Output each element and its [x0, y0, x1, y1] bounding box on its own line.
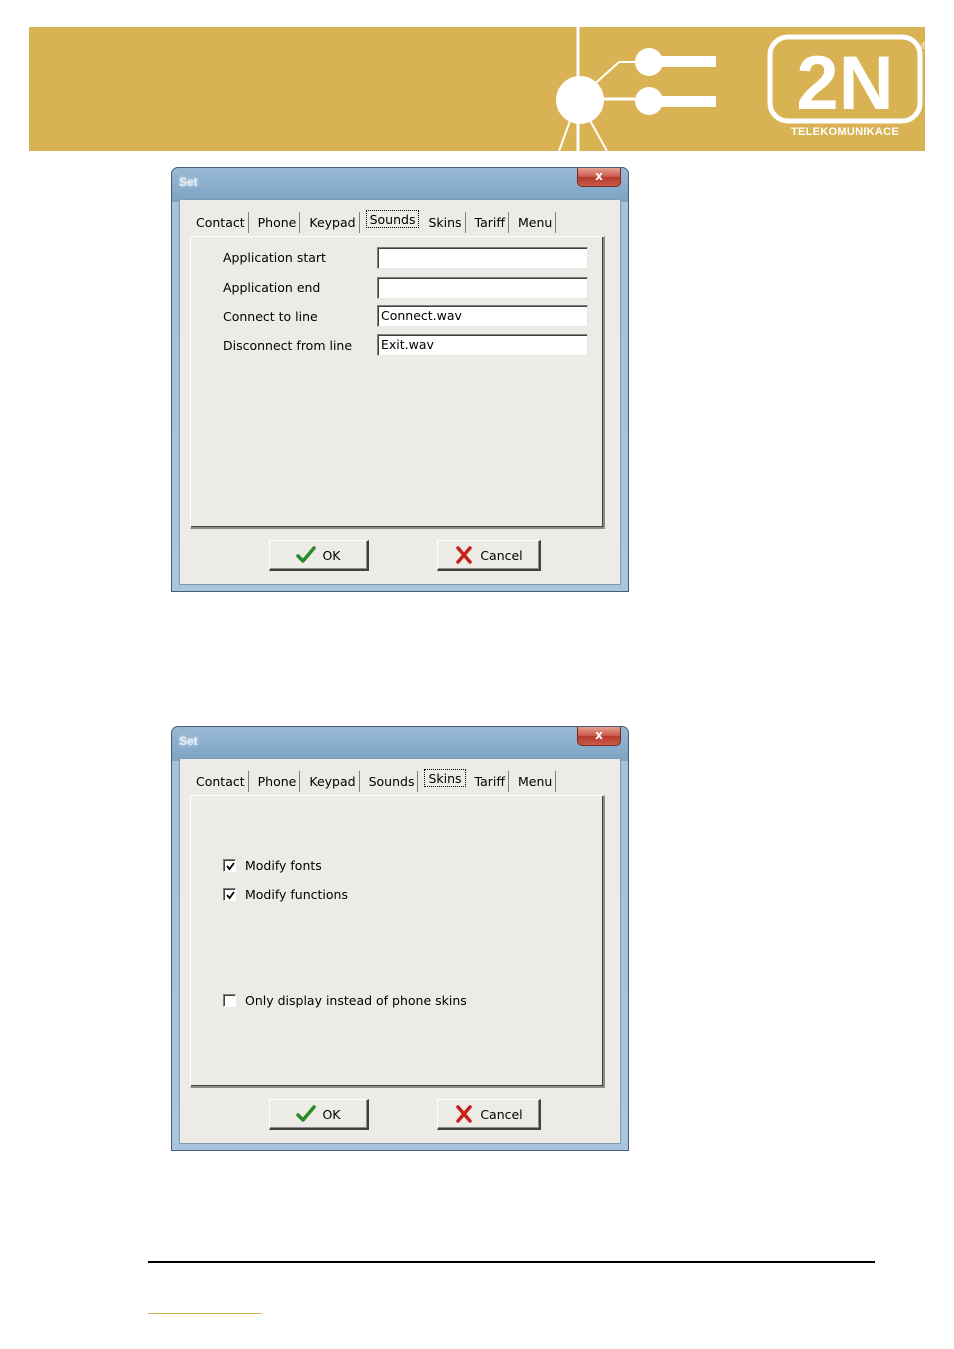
tab-tariff[interactable]: Tariff [472, 771, 509, 792]
connect-to-line-field[interactable]: Connect.wav [377, 305, 588, 327]
tab-strip: Contact Phone Keypad Sounds Skins Tariff… [193, 769, 562, 793]
application-start-field[interactable] [377, 247, 588, 269]
dialog-title: Set [179, 734, 198, 748]
ok-button[interactable]: OK [269, 1099, 369, 1130]
modify-fonts-checkbox[interactable] [223, 859, 236, 872]
tab-menu[interactable]: Menu [515, 771, 557, 792]
tab-contact[interactable]: Contact [193, 771, 249, 792]
footer-rule [148, 1261, 875, 1263]
tab-sounds[interactable]: Sounds [366, 771, 419, 792]
connect-to-line-label: Connect to line [223, 309, 318, 324]
tab-skins[interactable]: Skins [424, 769, 466, 787]
modify-fonts-label: Modify fonts [245, 858, 322, 873]
application-start-label: Application start [223, 250, 326, 265]
skins-panel: Modify fonts Modify functions Only displ… [190, 795, 605, 1088]
registered-mark: ® [921, 41, 925, 52]
dialog-client-area: Contact Phone Keypad Sounds Skins Tariff… [179, 758, 621, 1144]
dialog-client-area: Contact Phone Keypad Sounds Skins Tariff… [179, 199, 621, 585]
close-button[interactable]: x [577, 168, 621, 187]
ok-label: OK [322, 547, 341, 563]
tab-phone[interactable]: Phone [255, 771, 301, 792]
disconnect-from-line-label: Disconnect from line [223, 338, 353, 353]
header-banner: 2N ® TELEKOMUNIKACE [29, 27, 925, 151]
cancel-label: Cancel [480, 1106, 523, 1122]
tab-skins[interactable]: Skins [425, 212, 466, 233]
checkmark-icon [226, 862, 235, 871]
application-end-field[interactable] [377, 277, 588, 299]
cancel-button[interactable]: Cancel [437, 1099, 541, 1130]
application-end-label: Application end [223, 280, 321, 295]
tab-sounds[interactable]: Sounds [365, 210, 420, 228]
tab-keypad[interactable]: Keypad [306, 212, 360, 233]
check-icon [296, 546, 317, 564]
dialog-title: Set [179, 175, 198, 189]
tab-strip: Contact Phone Keypad Sounds Skins Tariff… [193, 210, 562, 234]
tab-phone[interactable]: Phone [255, 212, 301, 233]
ok-label: OK [322, 1106, 341, 1122]
x-icon [454, 1105, 474, 1123]
tab-menu[interactable]: Menu [515, 212, 557, 233]
settings-dialog-skins: Set x Contact Phone Keypad Sounds Skins … [171, 726, 629, 1151]
tab-keypad[interactable]: Keypad [306, 771, 360, 792]
modify-functions-label: Modify functions [245, 887, 348, 902]
disconnect-from-line-field[interactable]: Exit.wav [377, 334, 588, 356]
x-icon [454, 546, 474, 564]
ok-button[interactable]: OK [269, 540, 369, 571]
checkmark-icon [226, 891, 235, 900]
settings-dialog-sounds: Set x Contact Phone Keypad Sounds Skins … [171, 167, 629, 592]
close-button[interactable]: x [577, 727, 621, 746]
logo-subtitle: TELEKOMUNIKACE [790, 126, 900, 138]
tab-tariff[interactable]: Tariff [472, 212, 509, 233]
only-display-label: Only display instead of phone skins [245, 993, 467, 1008]
sounds-panel: Application start Application end Connec… [190, 236, 605, 529]
tab-contact[interactable]: Contact [193, 212, 249, 233]
cancel-label: Cancel [480, 547, 523, 563]
logo-2n: 2N [796, 41, 893, 126]
footer-accent-line [148, 1313, 262, 1314]
cancel-button[interactable]: Cancel [437, 540, 541, 571]
check-icon [296, 1105, 317, 1123]
modify-functions-checkbox[interactable] [223, 888, 236, 901]
only-display-checkbox[interactable] [223, 994, 236, 1007]
